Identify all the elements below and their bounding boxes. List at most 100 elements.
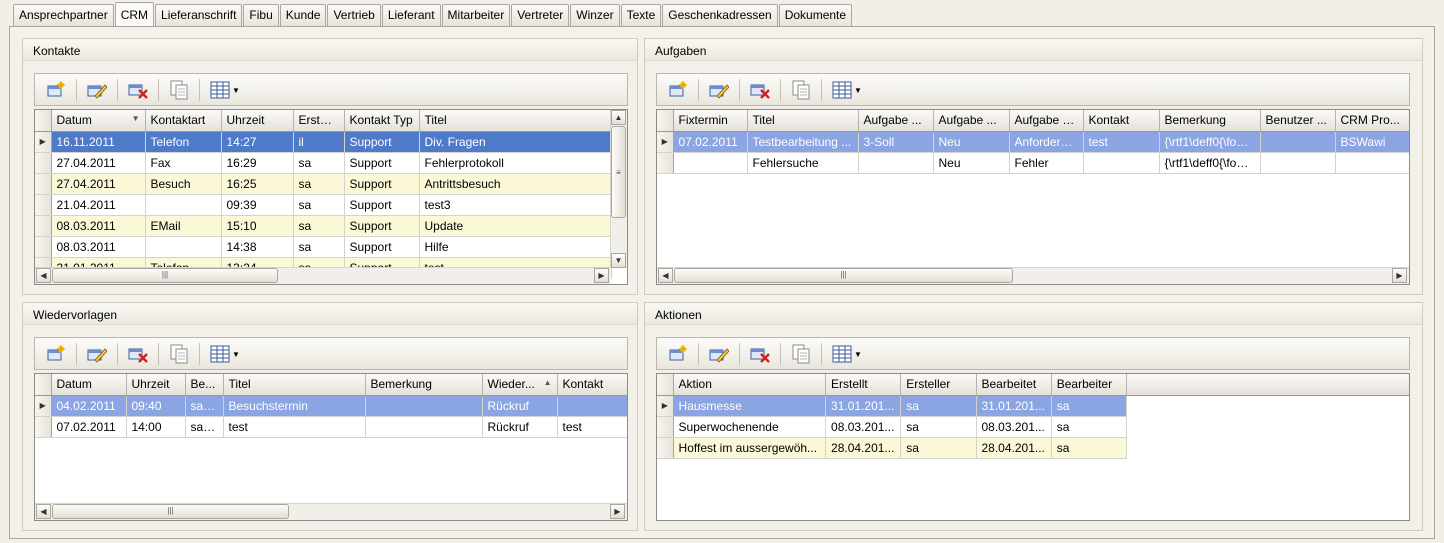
table-cell[interactable]: 21.04.2011 [51,194,146,216]
tab-vertreter[interactable]: Vertreter [511,4,570,26]
table-cell[interactable]: sa [900,395,977,417]
column-header[interactable]: Uhrzeit [126,374,186,396]
aktionen-columns-button[interactable] [827,340,857,368]
table-cell[interactable]: EMail [145,215,222,237]
wiedervorlagen-horizontal-scrollbar[interactable]: ◀ ||| ▶ [35,503,627,520]
table-row[interactable]: Fehlersuche Neu Fehler {\rtf1\deff0{\fontt.… [657,152,1409,174]
column-header[interactable]: Titel [419,110,612,132]
tab-ansprechpartner[interactable]: Ansprechpartner [13,4,114,26]
table-cell[interactable]: Support [344,173,420,195]
table-cell[interactable]: 14:27 [221,131,294,153]
table-cell[interactable]: BSWawi [1335,131,1409,153]
table-cell[interactable]: Fehlersuche [747,152,859,174]
current-row-arrow-icon[interactable]: ▶ [35,131,52,153]
table-cell[interactable]: 14:00 [126,416,186,438]
column-header[interactable]: Datum ▼ [51,110,146,132]
kontakte-hscroll-thumb[interactable]: ||| [52,268,278,283]
column-header[interactable]: Aufgabe T... [1009,110,1084,132]
table-cell[interactable]: 28.04.201... [976,437,1052,459]
column-header[interactable]: Titel [747,110,859,132]
column-header[interactable]: Erstellt [825,374,902,396]
row-indicator[interactable] [35,173,52,195]
table-cell[interactable]: Superwochenende [673,416,827,438]
column-header[interactable]: Be... [185,374,224,396]
table-cell[interactable]: test [557,416,627,438]
table-cell[interactable] [1335,152,1409,174]
table-cell[interactable]: sa [293,194,345,216]
scroll-right-icon[interactable]: ▶ [1392,268,1407,283]
column-header[interactable]: CRM Pro... [1335,110,1409,132]
tab-lieferant[interactable]: Lieferant [381,4,441,26]
chevron-down-icon[interactable]: ▼ [232,86,240,95]
row-indicator[interactable] [35,152,52,174]
scroll-left-icon[interactable]: ◀ [36,268,51,283]
table-cell[interactable]: test [223,416,366,438]
column-header[interactable]: Fixtermin [673,110,748,132]
table-cell[interactable]: Support [344,152,420,174]
table-row[interactable]: 21.04.2011 09:39 sa Support test3 [35,194,612,216]
table-cell[interactable] [145,236,222,258]
row-indicator[interactable] [657,152,674,174]
table-row[interactable]: ▶ Hausmesse 31.01.201... sa 31.01.201... sa [657,395,1128,417]
table-cell[interactable]: 07.02.2011 [673,131,748,153]
tab-fibu[interactable]: Fibu [243,4,279,26]
table-cell[interactable]: test [1083,131,1160,153]
row-indicator[interactable] [35,236,52,258]
table-cell[interactable]: 07.02.2011 [51,416,127,438]
tab-crm[interactable]: CRM [114,2,155,26]
scroll-down-icon[interactable]: ▼ [611,253,626,268]
table-row[interactable]: 27.04.2011 Besuch 16:25 sa Support Antrittsbe… [35,173,612,195]
table-row[interactable]: 08.03.2011 14:38 sa Support Hilfe [35,236,612,258]
table-cell[interactable]: 16.11.2011 [51,131,146,153]
table-row[interactable]: 07.02.2011 14:00 sa5... test Rückruf test [35,416,627,438]
table-cell[interactable]: 31.01.201... [976,395,1052,417]
table-cell[interactable]: 08.03.201... [825,416,902,438]
kontakte-new-button[interactable] [41,76,71,104]
table-cell[interactable]: Neu [933,152,1010,174]
column-header[interactable]: Benutzer ... [1260,110,1336,132]
column-header[interactable]: Aufgabe ... [858,110,934,132]
table-cell[interactable] [365,416,483,438]
table-cell[interactable]: test3 [419,194,612,216]
tab-winzer[interactable]: Winzer [570,4,620,26]
table-cell[interactable]: Testbearbeitung ... [747,131,859,153]
table-cell[interactable] [1260,131,1336,153]
table-row[interactable]: ▶ 07.02.2011 Testbearbeitung ... 3-Soll Neu A… [657,131,1409,153]
kontakte-columns-button[interactable] [205,76,235,104]
tab-dokumente[interactable]: Dokumente [778,4,853,26]
tab-geschenkadressen[interactable]: Geschenkadressen [662,4,778,26]
table-cell[interactable]: sa5... [185,416,224,438]
table-cell[interactable]: Update [419,215,612,237]
kontakte-horizontal-scrollbar[interactable]: ◀ ||| ▶ [35,267,611,284]
table-cell[interactable]: Rückruf [482,416,558,438]
kontakte-vertical-scrollbar[interactable]: ▲ ≡ ▼ [610,110,627,268]
tab-kunde[interactable]: Kunde [279,4,327,26]
current-row-arrow-icon[interactable]: ▶ [35,395,52,417]
table-cell[interactable]: Telefon [145,131,222,153]
table-cell[interactable]: Div. Fragen [419,131,612,153]
aufgaben-hscroll-thumb[interactable]: ||| [674,268,1013,283]
column-header[interactable]: Kontaktart [145,110,222,132]
aufgaben-edit-button[interactable] [704,76,734,104]
table-cell[interactable]: Fehler [1009,152,1084,174]
current-row-arrow-icon[interactable]: ▶ [657,395,674,417]
chevron-down-icon[interactable]: ▼ [854,86,862,95]
table-cell[interactable]: 08.03.2011 [51,236,146,258]
table-cell[interactable] [1260,152,1336,174]
table-cell[interactable]: sa [900,416,977,438]
table-row[interactable]: Hoffest im aussergewöh... 28.04.201... sa 2… [657,437,1128,459]
table-cell[interactable]: Antrittsbesuch [419,173,612,195]
aktionen-delete-button[interactable] [745,340,775,368]
scroll-up-icon[interactable]: ▲ [611,110,626,125]
table-cell[interactable]: 14:38 [221,236,294,258]
tab-vertrieb[interactable]: Vertrieb [327,4,381,26]
aufgaben-copy-button[interactable] [786,76,816,104]
table-cell[interactable]: Besuch [145,173,222,195]
table-cell[interactable] [145,194,222,216]
row-indicator[interactable] [657,416,674,438]
table-cell[interactable]: Support [344,236,420,258]
table-cell[interactable]: sa [293,215,345,237]
column-header[interactable]: Kontakt [557,374,627,396]
wiedervorlagen-new-button[interactable] [41,340,71,368]
table-cell[interactable] [365,395,483,417]
